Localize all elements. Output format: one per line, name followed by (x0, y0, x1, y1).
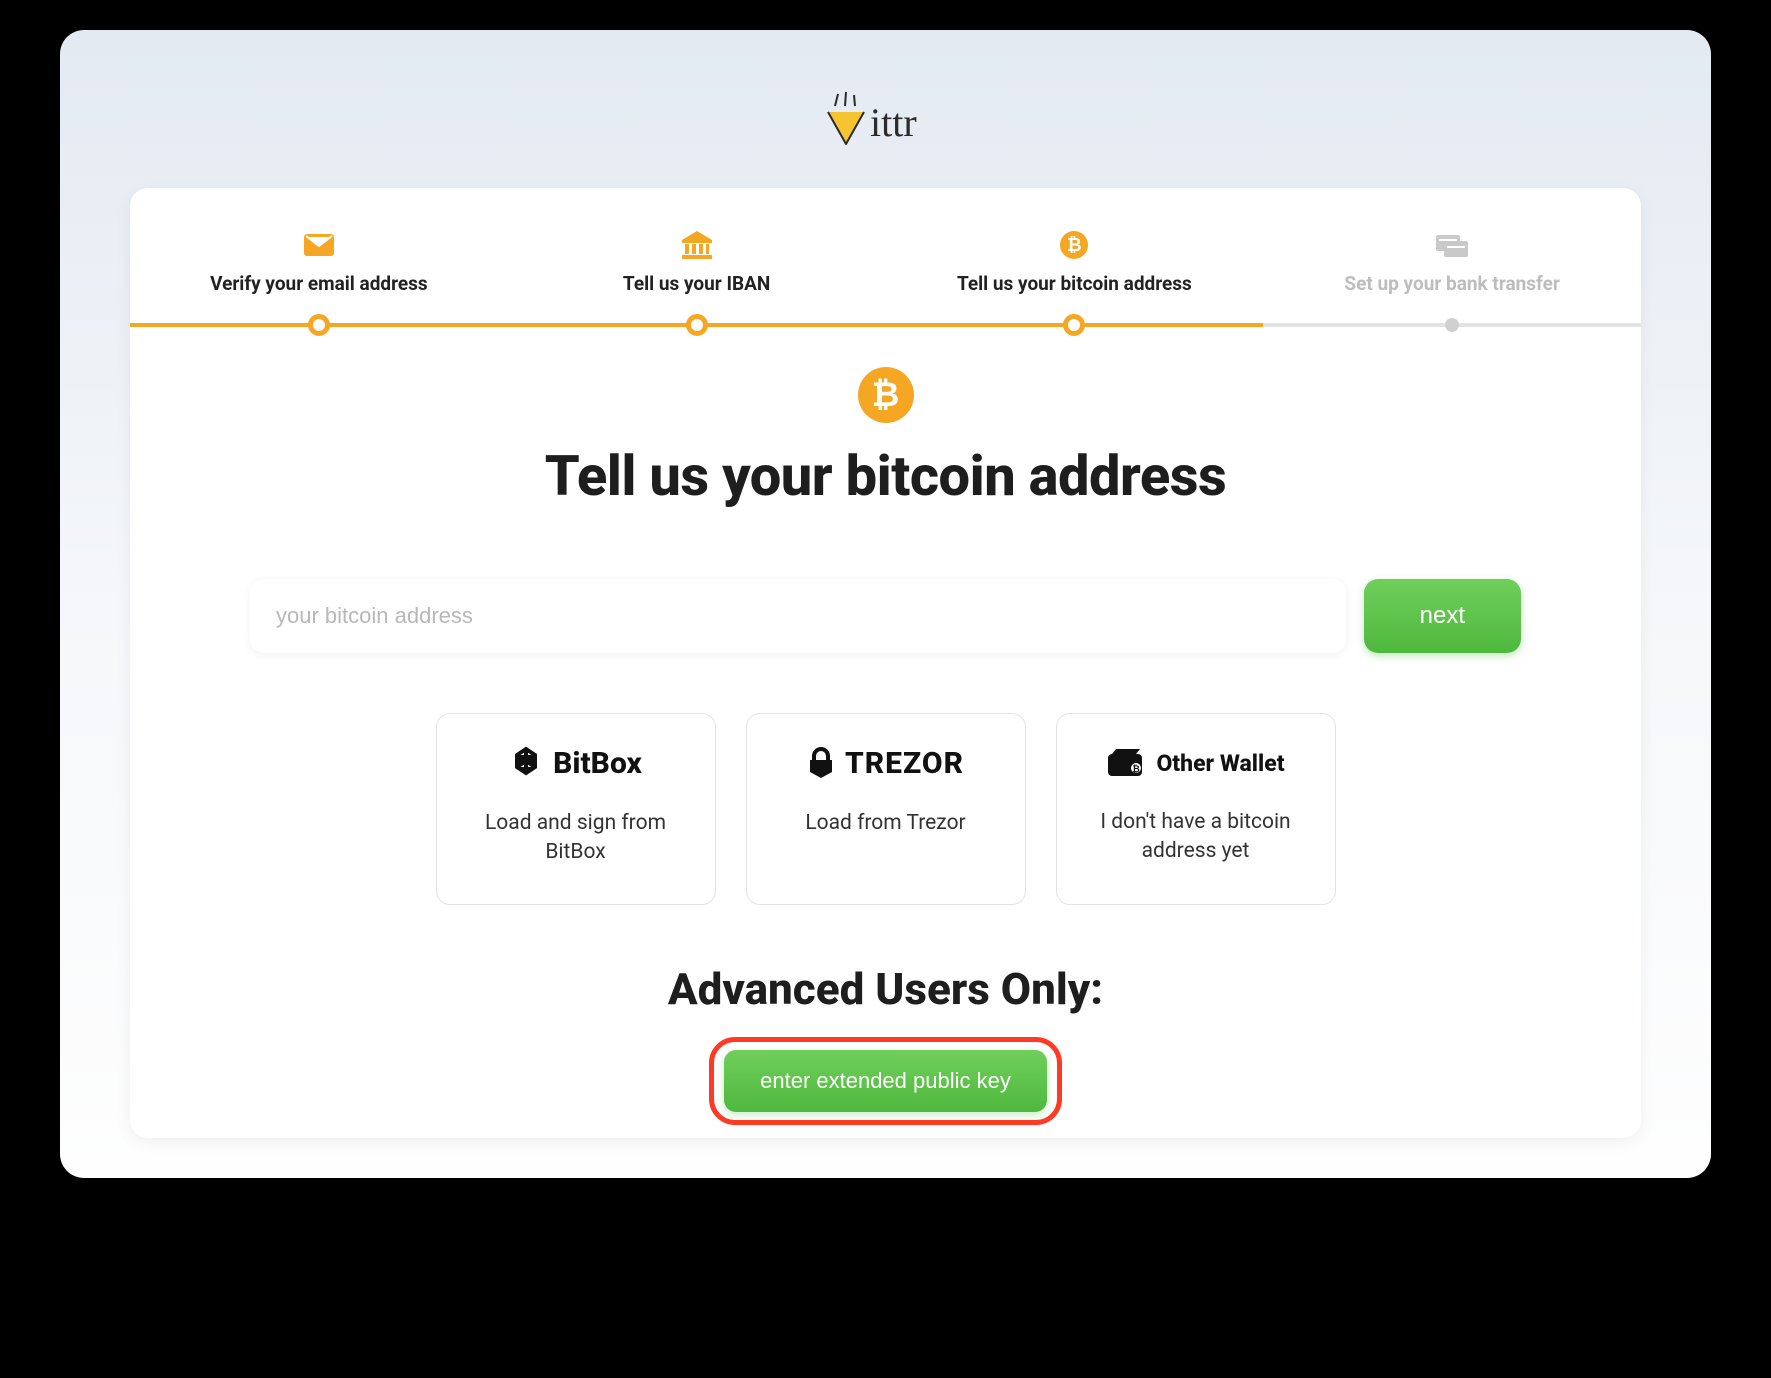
advanced-section-title: Advanced Users Only: (130, 963, 1641, 1015)
page-icon: ₿ (858, 367, 914, 423)
wallet-description: Load from Trezor (767, 809, 1005, 838)
wallet-description: Load and sign from BitBox (457, 809, 695, 868)
brand-logo: ittr (816, 90, 956, 148)
step-dot (308, 314, 330, 336)
wallet-brand-label: BitBox (553, 746, 642, 781)
envelope-icon (130, 228, 508, 262)
main-card: Verify your email address Tell us your I… (130, 188, 1641, 1138)
progress-stepper: Verify your email address Tell us your I… (130, 228, 1641, 295)
step-bank-transfer: Set up your bank transfer (1263, 228, 1641, 295)
step-dot (1445, 318, 1459, 332)
enter-xpub-button[interactable]: enter extended public key (724, 1050, 1047, 1112)
step-label: Verify your email address (130, 272, 508, 295)
address-input-row: next (130, 579, 1641, 653)
wallet-brand-label: Other Wallet (1156, 750, 1284, 777)
bitcoin-address-input[interactable] (250, 579, 1346, 653)
bitcoin-icon: ₿ (886, 228, 1264, 262)
wallet-brand-label: TREZOR (845, 746, 964, 781)
step-label: Tell us your bitcoin address (886, 272, 1264, 295)
stepper-track (130, 323, 1641, 327)
bitcoin-icon: ₿ (858, 367, 914, 423)
wallet-icon: ₿ (1106, 746, 1146, 780)
transfer-icon (1263, 228, 1641, 262)
brand-text: ittr (870, 100, 917, 145)
step-dot (1063, 314, 1085, 336)
page-title: Tell us your bitcoin address (130, 443, 1641, 509)
step-dot (686, 314, 708, 336)
svg-text:₿: ₿ (1133, 764, 1140, 775)
next-button[interactable]: next (1364, 579, 1521, 653)
step-label: Set up your bank transfer (1263, 272, 1641, 295)
step-iban: Tell us your IBAN (508, 228, 886, 295)
track-segment (130, 323, 508, 327)
step-bitcoin-address: ₿ Tell us your bitcoin address (886, 228, 1264, 295)
bank-icon (508, 228, 886, 262)
bitbox-icon (509, 747, 543, 781)
wallet-description: I don't have a bitcoin address yet (1077, 808, 1315, 867)
lock-icon (807, 747, 835, 781)
track-segment (1263, 323, 1641, 327)
step-verify-email: Verify your email address (130, 228, 508, 295)
step-label: Tell us your IBAN (508, 272, 886, 295)
track-segment (508, 323, 886, 327)
wallet-card-other[interactable]: ₿ Other Wallet I don't have a bitcoin ad… (1056, 713, 1336, 905)
wallet-options: BitBox Load and sign from BitBox TREZOR … (130, 713, 1641, 905)
advanced-button-wrap: enter extended public key (130, 1037, 1641, 1125)
wallet-card-trezor[interactable]: TREZOR Load from Trezor (746, 713, 1026, 905)
bittr-logo-icon: ittr (816, 90, 956, 148)
wallet-card-bitbox[interactable]: BitBox Load and sign from BitBox (436, 713, 716, 905)
highlight-annotation: enter extended public key (709, 1037, 1062, 1125)
app-window: ittr Verify your email address Tell us y… (60, 30, 1711, 1178)
track-segment (886, 323, 1264, 327)
